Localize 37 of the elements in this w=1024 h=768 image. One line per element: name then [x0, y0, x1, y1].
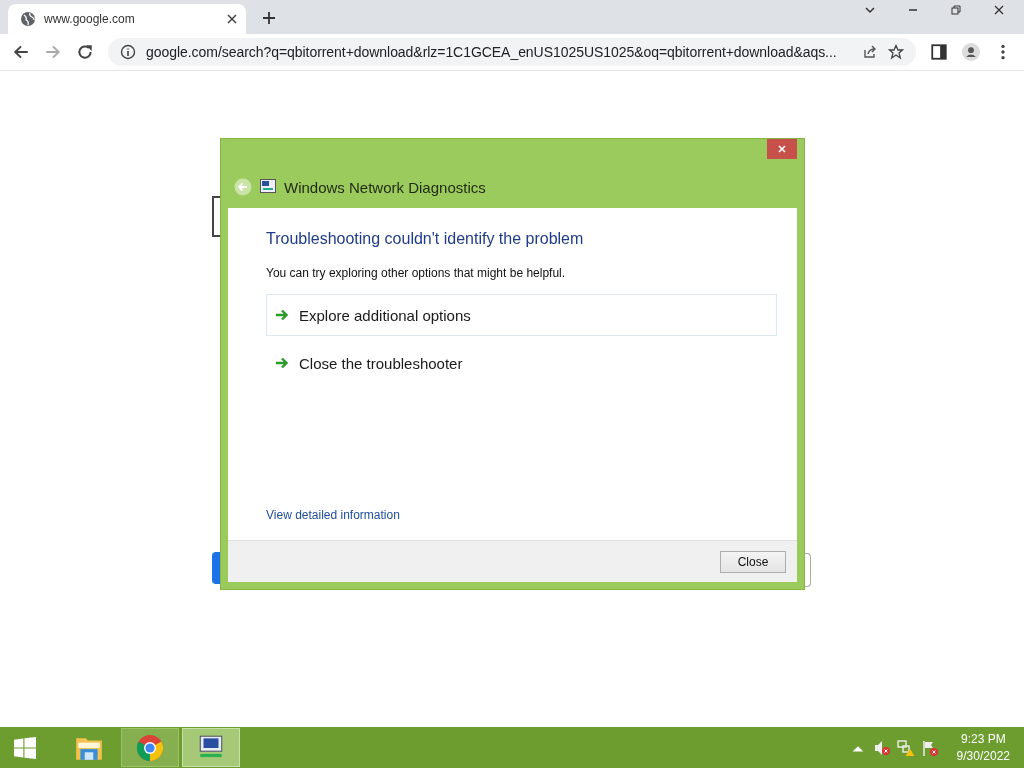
clock-date: 9/30/2022	[956, 747, 1010, 765]
url-text: google.com/search?q=qbitorrent+download&rlz=1C1GCEA_enUS1025US1025&oq=qbitorrent+download&aqs...	[146, 44, 838, 60]
info-icon	[120, 44, 136, 60]
chrome-icon	[135, 733, 165, 762]
profile-icon[interactable]	[962, 43, 980, 61]
dialog-message: You can try exploring other options that might be helpful.	[266, 266, 567, 280]
share-icon[interactable]	[862, 44, 878, 60]
address-bar[interactable]: google.com/search?q=qbitorrent+download&rlz=1C1GCEA_enUS1025US1025&oq=qbitorrent+download&aqs...	[108, 38, 916, 66]
dialog-heading: Troubleshooting couldn't identify the problem	[266, 230, 585, 248]
reload-icon[interactable]	[76, 43, 94, 61]
browser-tab[interactable]: www.google.com	[8, 4, 246, 34]
chevron-down-icon[interactable]	[864, 4, 876, 16]
dialog-title: Windows Network Diagnostics	[284, 179, 486, 196]
close-icon	[777, 144, 787, 154]
network-icon	[260, 179, 276, 193]
tab-title: www.google.com	[44, 12, 136, 26]
close-icon[interactable]	[226, 13, 238, 25]
details-link[interactable]: View detailed information	[266, 508, 400, 522]
arrow-icon	[275, 357, 289, 369]
clock-time: 9:23 PM	[960, 730, 1006, 748]
taskbar-button[interactable]	[121, 728, 179, 767]
option-link[interactable]: Close the troubleshooter	[266, 342, 777, 384]
option-link[interactable]: Explore additional options	[266, 294, 777, 336]
close-button[interactable]: Close	[720, 550, 786, 573]
star-icon[interactable]	[888, 44, 904, 60]
flag-error-icon[interactable]	[920, 738, 939, 757]
back-arrow-icon[interactable]	[12, 43, 30, 61]
network-warning-icon[interactable]	[896, 738, 915, 757]
restore-icon[interactable]	[950, 4, 962, 16]
side-panel-icon[interactable]	[930, 43, 948, 61]
windows-logo-icon[interactable]	[12, 736, 38, 759]
close-icon[interactable]	[993, 4, 1005, 16]
arrow-icon	[275, 309, 289, 321]
new-tab-icon[interactable]	[262, 11, 276, 25]
taskbar-button[interactable]	[182, 728, 240, 767]
close-button[interactable]	[767, 139, 797, 159]
globe-icon	[20, 11, 36, 27]
